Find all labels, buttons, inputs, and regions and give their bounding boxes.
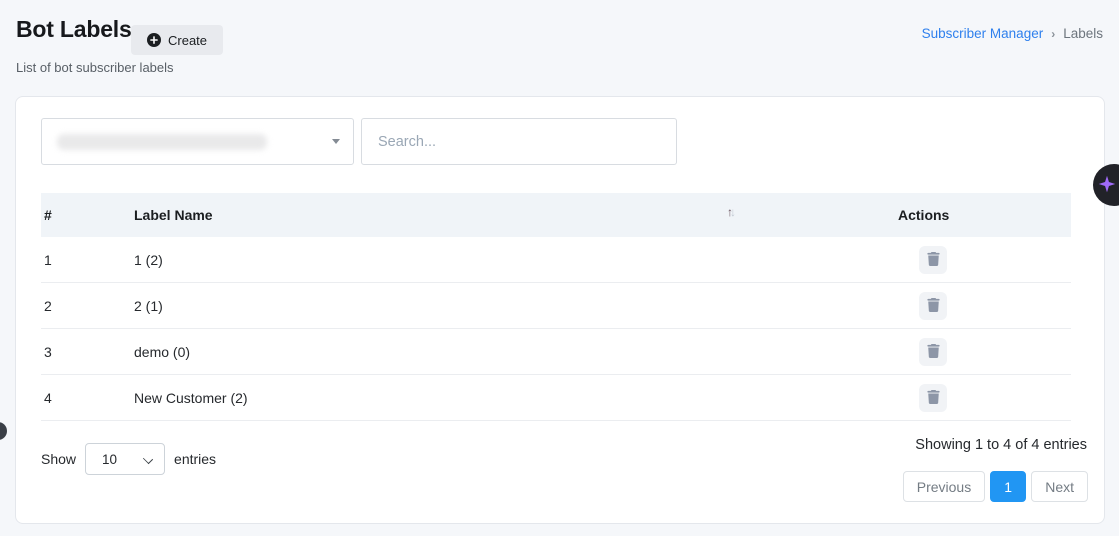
row-label-name: New Customer (2) xyxy=(134,390,248,406)
trash-icon xyxy=(927,298,940,315)
row-number: 3 xyxy=(44,344,52,360)
labels-card: # Label Name ↑↓ Actions 1 1 (2) 2 2 (1) xyxy=(15,96,1105,524)
page-subtitle: List of bot subscriber labels xyxy=(16,60,174,75)
breadcrumb: Subscriber Manager › Labels xyxy=(922,26,1103,41)
row-label-name: demo (0) xyxy=(134,344,190,360)
delete-label-button[interactable] xyxy=(919,338,947,366)
sort-down-arrow: ↓ xyxy=(730,205,733,219)
row-label-name: 2 (1) xyxy=(134,298,163,314)
row-label-name: 1 (2) xyxy=(134,252,163,268)
breadcrumb-chevron-icon: › xyxy=(1051,27,1055,41)
show-label: Show xyxy=(41,451,76,467)
row-number: 1 xyxy=(44,252,52,268)
entries-summary: Showing 1 to 4 of 4 entries xyxy=(915,437,1087,453)
page-title: Bot Labels xyxy=(16,16,132,43)
chevron-down-icon xyxy=(143,454,153,464)
sort-icon[interactable]: ↑↓ xyxy=(727,205,733,219)
labels-table: # Label Name ↑↓ Actions 1 1 (2) 2 2 (1) xyxy=(41,193,1071,421)
edge-dot-widget[interactable] xyxy=(0,422,7,440)
bot-select-redacted-value xyxy=(57,134,267,150)
pagination: Previous 1 Next xyxy=(903,471,1088,502)
trash-icon xyxy=(927,390,940,407)
search-input[interactable] xyxy=(361,118,677,165)
breadcrumb-current: Labels xyxy=(1063,26,1103,41)
bot-labels-page: Bot Labels Create List of bot subscriber… xyxy=(0,0,1119,536)
trash-icon xyxy=(927,344,940,361)
row-number: 4 xyxy=(44,390,52,406)
page-1-button[interactable]: 1 xyxy=(990,471,1026,502)
trash-icon xyxy=(927,252,940,269)
page-size-value: 10 xyxy=(102,452,117,467)
create-button[interactable]: Create xyxy=(131,25,223,55)
page-size-control: Show 10 entries xyxy=(41,443,216,475)
create-button-label: Create xyxy=(168,33,207,48)
delete-label-button[interactable] xyxy=(919,246,947,274)
plus-circle-icon xyxy=(147,33,161,47)
delete-label-button[interactable] xyxy=(919,384,947,412)
previous-page-button[interactable]: Previous xyxy=(903,471,985,502)
next-page-button[interactable]: Next xyxy=(1031,471,1088,502)
entries-label: entries xyxy=(174,451,216,467)
table-header-row: # Label Name ↑↓ Actions xyxy=(41,193,1071,237)
page-size-select[interactable]: 10 xyxy=(85,443,165,475)
delete-label-button[interactable] xyxy=(919,292,947,320)
caret-down-icon xyxy=(332,139,340,144)
table-row: 3 demo (0) xyxy=(41,329,1071,375)
sparkle-icon xyxy=(1098,175,1119,196)
table-row: 1 1 (2) xyxy=(41,237,1071,283)
column-header-actions: Actions xyxy=(898,207,949,223)
bot-select-dropdown[interactable] xyxy=(41,118,354,165)
column-header-label-name[interactable]: Label Name xyxy=(134,207,213,223)
table-row: 2 2 (1) xyxy=(41,283,1071,329)
table-row: 4 New Customer (2) xyxy=(41,375,1071,421)
breadcrumb-subscriber-manager-link[interactable]: Subscriber Manager xyxy=(922,26,1044,41)
column-header-num: # xyxy=(44,207,52,223)
row-number: 2 xyxy=(44,298,52,314)
